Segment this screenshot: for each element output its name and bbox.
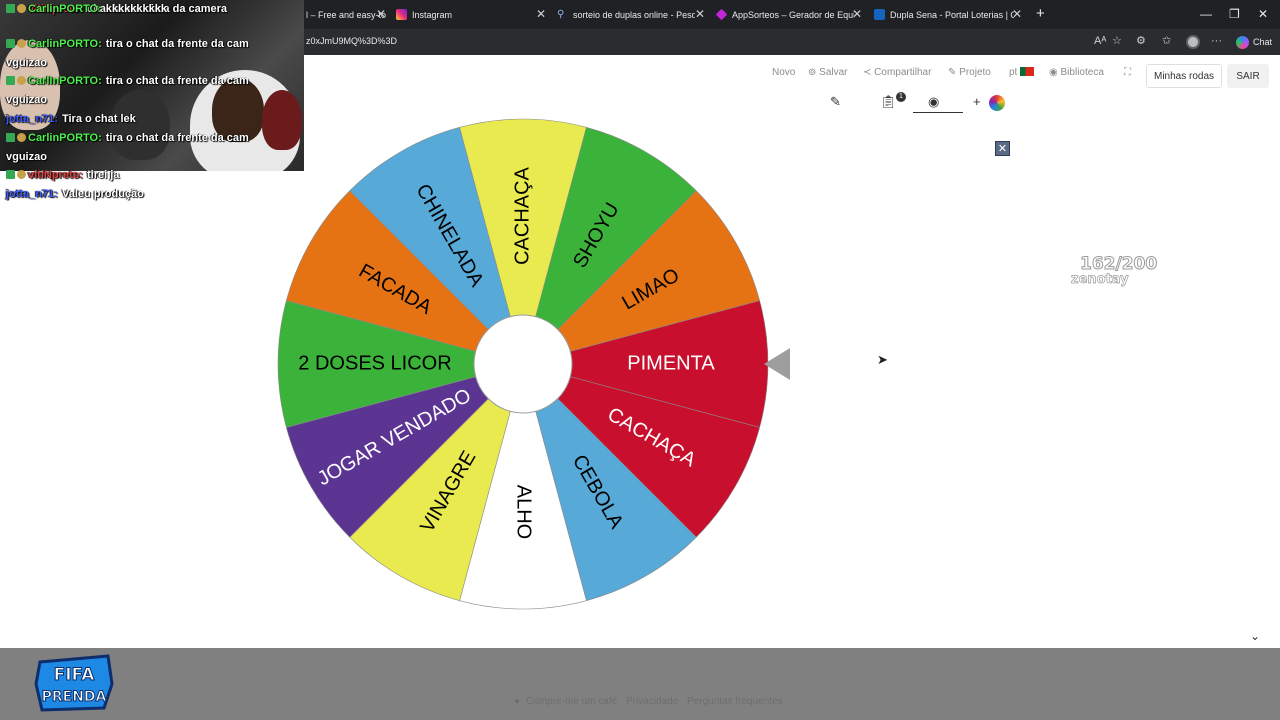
close-icon[interactable]: ✕: [1012, 7, 1022, 21]
browser-tab[interactable]: ⚲ sorteio de duplas online - Pesquis ✕: [557, 4, 709, 25]
chat-username: jotta_n71:: [6, 188, 58, 200]
chat-message: CarlinPORTO: tira o chat da frente da cam…: [6, 72, 256, 110]
mouse-cursor-icon: ➤: [877, 352, 888, 367]
footer-link-faq[interactable]: Perguntas frequentes: [687, 696, 783, 707]
browser-tab[interactable]: l – Free and easy-to ✕: [306, 4, 390, 25]
chat-message: CarlinPORTO: kkkkkkkkkk: [6, 0, 256, 19]
chat-username: CarlinPORTO:: [28, 38, 102, 50]
favorite-star-icon[interactable]: ☆: [1112, 35, 1122, 48]
maximize-icon[interactable]: ❐: [1229, 6, 1240, 22]
favorites-icon[interactable]: ✩: [1162, 35, 1171, 48]
caixa-icon: [874, 9, 885, 20]
footer-link-cafe[interactable]: Compre-me um café: [526, 696, 617, 707]
tab-title: AppSorteos – Gerador de Equipes: [732, 9, 854, 20]
chat-badge-icon: [6, 1, 26, 10]
chat-badge-icon: [6, 36, 26, 45]
tab-title: sorteio de duplas online - Pesquis: [573, 9, 695, 20]
chat-username: CarlinPORTO:: [28, 75, 102, 87]
wheel-center-hub[interactable]: [473, 314, 573, 414]
chat-message: CarlinPORTO: tira o chat da frente da cam…: [6, 129, 256, 167]
chat-message: jotta_n71: Valeu produção: [6, 185, 256, 204]
chat-label: Chat: [1253, 37, 1273, 47]
fifa-prenda-logo: FIFA PRENDA: [34, 654, 114, 712]
chat-message: jotta_n71: Tira o chat lek: [6, 110, 256, 129]
chat-message: CarlinPORTO: tira o chat da frente da cam…: [6, 35, 256, 73]
close-icon[interactable]: ✕: [536, 7, 546, 21]
extensions-icon[interactable]: ⚙: [1136, 35, 1146, 48]
chat-text: tirei ja: [87, 169, 120, 181]
footer-link-privacidade[interactable]: Privacidade: [626, 696, 678, 707]
logo-word-1: FIFA: [54, 665, 96, 685]
search-icon: ⚲: [557, 9, 565, 20]
wheel-segment-label: ALHO: [513, 485, 535, 539]
instagram-icon: [396, 9, 407, 20]
footer-links: ● Compre-me um café Privacidade Perguntas…: [514, 696, 789, 707]
profile-avatar[interactable]: [1186, 35, 1200, 49]
minimize-icon[interactable]: —: [1200, 6, 1212, 22]
chat-text: kkkkkkkkkk: [105, 3, 167, 15]
chevron-down-icon[interactable]: ⌄: [1250, 629, 1260, 643]
chat-message: vitiNpreto: tirei ja: [6, 166, 256, 185]
tab-title: l – Free and easy-to: [306, 9, 387, 20]
footer: FIFA PRENDA ● Compre-me um café Privacida…: [0, 648, 1280, 720]
webcam-chair: [262, 90, 302, 150]
wheel-segment-label: 2 DOSES LICOR: [298, 352, 451, 374]
chat-badge-icon: [6, 130, 26, 139]
browser-tab[interactable]: AppSorteos – Gerador de Equipes ✕: [716, 4, 866, 25]
tab-title: Instagram: [412, 9, 453, 20]
chat-username: jotta_n71:: [6, 113, 58, 125]
chat-username: CarlinPORTO:: [28, 3, 102, 15]
close-icon[interactable]: ✕: [852, 7, 862, 21]
chat-username: CarlinPORTO:: [28, 132, 102, 144]
tab-title: Dupla Sena - Portal Loterias | CAIX: [890, 9, 1014, 20]
wheel-segment-label: CACHAÇA: [511, 166, 533, 264]
appsorteos-icon: [716, 8, 728, 21]
copilot-chat-button[interactable]: Chat: [1232, 33, 1276, 51]
logo-word-2: PRENDA: [42, 689, 107, 705]
chat-badge-icon: [6, 167, 26, 176]
url-text[interactable]: z0xJmU9MQ%3D%3D: [306, 36, 397, 46]
wheel-segment-label: PIMENTA: [627, 352, 715, 374]
close-icon[interactable]: ✕: [695, 7, 705, 21]
chat-text: Tira o chat lek: [61, 113, 136, 125]
read-aloud-icon[interactable]: Aᴬ: [1094, 35, 1106, 48]
copilot-icon: [1236, 35, 1249, 49]
browser-tab[interactable]: Dupla Sena - Portal Loterias | CAIX ✕: [874, 4, 1026, 25]
chat-text: Valeu produção: [61, 188, 144, 200]
new-tab-icon[interactable]: +: [1036, 5, 1045, 22]
close-icon[interactable]: ✕: [376, 7, 386, 21]
coffee-icon: ●: [514, 696, 521, 707]
browser-tab[interactable]: Instagram ✕: [396, 4, 550, 25]
close-window-icon[interactable]: ✕: [1258, 6, 1268, 22]
chat-badge-icon: [6, 73, 26, 82]
more-menu-icon[interactable]: ···: [1211, 35, 1222, 48]
chat-username: vitiNpreto:: [28, 169, 83, 181]
